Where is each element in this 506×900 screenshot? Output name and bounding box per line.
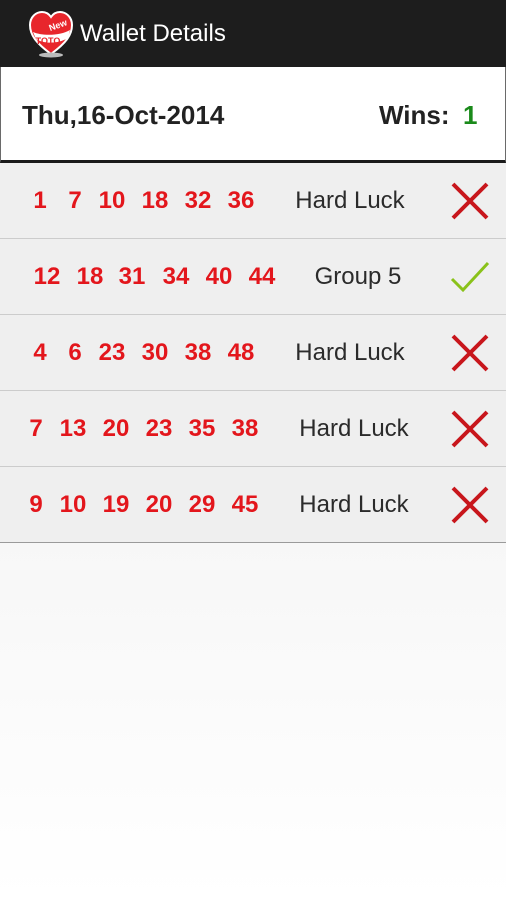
wins-label: Wins: <box>379 100 450 130</box>
cross-icon <box>450 409 490 449</box>
ticket-row[interactable]: 4 6 23 30 38 48 Hard Luck <box>0 315 506 391</box>
ticket-number: 38 <box>184 339 212 366</box>
ticket-number: 29 <box>188 491 216 518</box>
ticket-list: 1 7 10 18 32 36 Hard Luck 12 18 31 34 40 44 Group 546… <box>0 163 506 543</box>
ticket-number: 12 <box>33 263 61 290</box>
wins-count: 1 <box>463 100 478 130</box>
ticket-number: 18 <box>141 187 169 214</box>
ticket-number: 36 <box>227 187 255 214</box>
ticket-row[interactable]: 7 13 20 23 35 38 Hard Luck <box>0 391 506 467</box>
logo-text-toto: TOTO <box>36 36 61 46</box>
cross-icon <box>450 485 490 525</box>
ticket-number: 40 <box>205 263 233 290</box>
ticket-number: 23 <box>145 415 173 442</box>
ticket-number: 20 <box>145 491 173 518</box>
action-bar: New TOTO Wallet Details <box>0 0 506 67</box>
ticket-number: 10 <box>98 187 126 214</box>
ticket-number: 45 <box>231 491 259 518</box>
toto-heart-logo-icon[interactable]: New TOTO <box>28 10 74 58</box>
ticket-number: 44 <box>248 263 276 290</box>
ticket-result: Hard Luck <box>295 187 405 214</box>
ticket-number: 18 <box>76 263 104 290</box>
ticket-result: Group 5 <box>314 263 402 290</box>
ticket-number: 38 <box>231 415 259 442</box>
ticket-number: 19 <box>102 491 130 518</box>
cross-icon <box>450 181 490 221</box>
ticket-number: 32 <box>184 187 212 214</box>
ticket-result: Hard Luck <box>299 491 409 518</box>
ticket-row[interactable]: 1 7 10 18 32 36 Hard Luck <box>0 163 506 239</box>
cross-icon <box>450 333 490 373</box>
ticket-result: Hard Luck <box>299 415 409 442</box>
draw-date: Thu,16-Oct-2014 <box>22 100 225 130</box>
ticket-number: 13 <box>59 415 87 442</box>
ticket-number: 34 <box>162 263 190 290</box>
ticket-number: 10 <box>59 491 87 518</box>
ticket-row[interactable]: 9 10 19 20 29 45 Hard Luck <box>0 467 506 543</box>
ticket-number: 23 <box>98 339 126 366</box>
ticket-number: 35 <box>188 415 216 442</box>
ticket-number: 31 <box>118 263 146 290</box>
wallet-header: Thu,16-Oct-2014 Wins: 1 <box>0 67 506 163</box>
ticket-result: Hard Luck <box>295 339 405 366</box>
ticket-number: 30 <box>141 339 169 366</box>
screen-title: Wallet Details <box>80 20 226 47</box>
ticket-row[interactable]: 12 18 31 34 40 44 Group 5 <box>0 239 506 315</box>
ticket-number: 48 <box>227 339 255 366</box>
check-icon <box>450 257 490 297</box>
ticket-number: 20 <box>102 415 130 442</box>
